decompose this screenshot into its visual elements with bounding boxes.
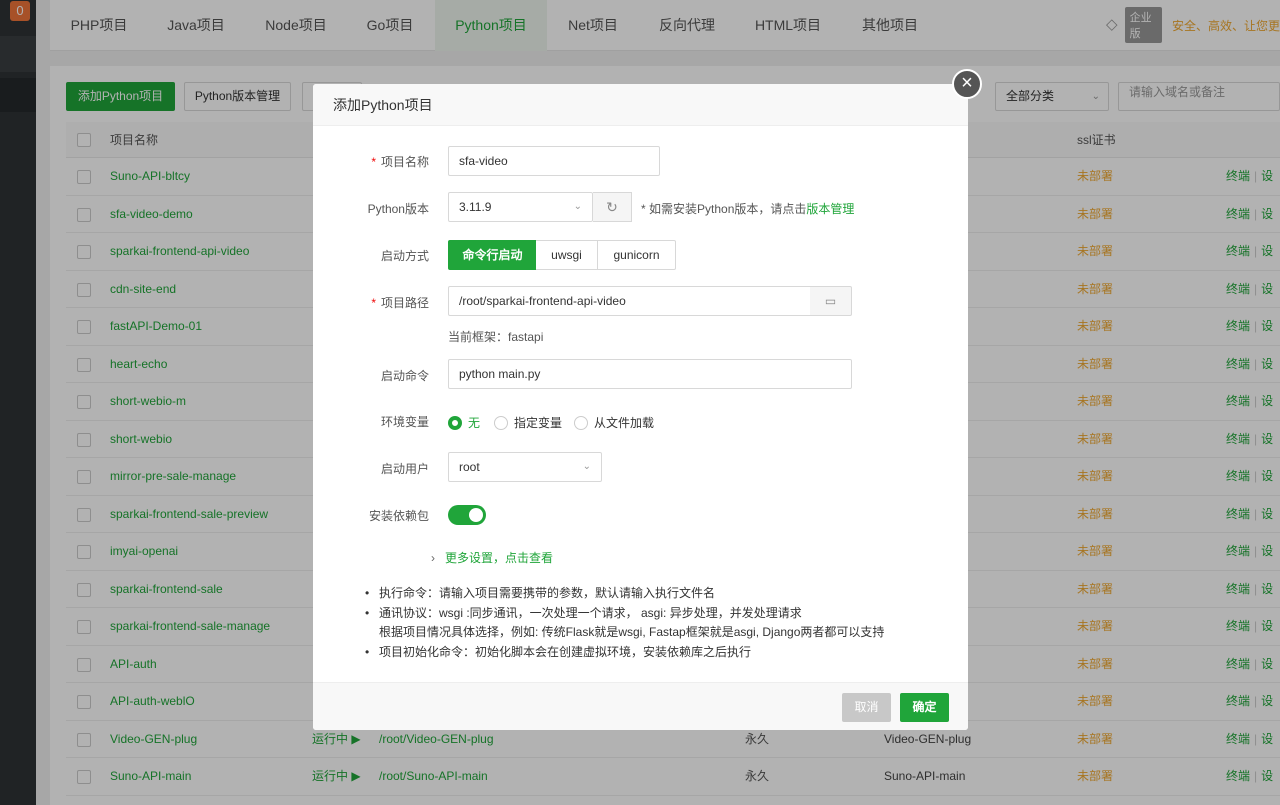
install-deps-label: 安装依赖包 bbox=[368, 509, 429, 523]
start-command-input[interactable]: python main.py bbox=[448, 359, 852, 389]
project-path-label: * 项目路径 bbox=[371, 296, 429, 310]
project-name-label: * 项目名称 bbox=[371, 155, 429, 169]
version-manage-link[interactable]: 版本管理 bbox=[806, 202, 854, 216]
radio-dot bbox=[448, 415, 462, 430]
version-hint: * 如需安装Python版本，请点击版本管理 bbox=[641, 202, 855, 216]
cancel-button[interactable]: 取消 bbox=[842, 693, 891, 722]
refresh-icon[interactable]: ↻ bbox=[593, 192, 632, 222]
start-mode-gunicorn[interactable]: gunicorn bbox=[598, 240, 676, 270]
note-item: • 通讯协议：wsgi :同步通讯，一次处理一个请求， asgi: 异步处理，并发… bbox=[365, 605, 802, 620]
note-item: • 项目初始化命令：初始化脚本会在创建虚拟环境，安装依赖库之后执行 bbox=[365, 644, 752, 659]
folder-icon[interactable]: ▭ bbox=[810, 286, 852, 316]
python-version-select[interactable]: 3.11.9 ⌄ bbox=[448, 192, 593, 222]
more-settings-link[interactable]: › 更多设置，点击查看 bbox=[431, 549, 553, 566]
env-radio-file[interactable]: 从文件加载 bbox=[574, 414, 654, 431]
dialog-footer: 取消 确定 bbox=[313, 682, 968, 730]
python-version-label: Python版本 bbox=[367, 202, 429, 216]
toggle-knob bbox=[469, 508, 483, 522]
start-mode-cli[interactable]: 命令行启动 bbox=[448, 240, 537, 270]
project-path-input[interactable]: /root/sparkai-frontend-api-video bbox=[448, 286, 811, 316]
radio-dot bbox=[494, 415, 508, 430]
project-name-input[interactable]: sfa-video bbox=[448, 146, 660, 176]
start-user-label: 启动用户 bbox=[380, 462, 429, 476]
note-item: • 执行命令：请输入项目需要携带的参数，默认请输入执行文件名 bbox=[365, 586, 716, 600]
chevron-right-icon: › bbox=[431, 551, 435, 565]
dialog-title: 添加Python项目 bbox=[313, 84, 968, 126]
current-framework: 当前框架：fastapi bbox=[448, 330, 544, 344]
help-notes: • 执行命令：请输入项目需要携带的参数，默认请输入执行文件名 • 通讯协议：wsgi… bbox=[365, 584, 884, 662]
chevron-down-icon: ⌄ bbox=[573, 201, 582, 212]
env-radio-specify[interactable]: 指定变量 bbox=[494, 414, 562, 431]
install-deps-toggle[interactable] bbox=[448, 505, 486, 525]
chevron-down-icon: ⌄ bbox=[582, 461, 591, 472]
start-user-select[interactable]: root ⌄ bbox=[448, 452, 602, 482]
note-item: 根据项目情况具体选择，例如: 传统Flask就是wsgi, Fastap框架就是… bbox=[379, 625, 885, 639]
add-python-project-dialog: 添加Python项目 * 项目名称 sfa-video Python版本 3.11… bbox=[313, 84, 968, 730]
start-command-label: 启动命令 bbox=[380, 369, 429, 383]
close-icon[interactable]: × bbox=[952, 69, 982, 99]
start-mode-uwsgi[interactable]: uwsgi bbox=[536, 240, 598, 270]
confirm-button[interactable]: 确定 bbox=[900, 693, 949, 722]
start-mode-label: 启动方式 bbox=[380, 249, 429, 263]
radio-dot bbox=[574, 415, 588, 430]
env-var-label: 环境变量 bbox=[380, 415, 429, 429]
env-radio-none[interactable]: 无 bbox=[448, 414, 480, 431]
